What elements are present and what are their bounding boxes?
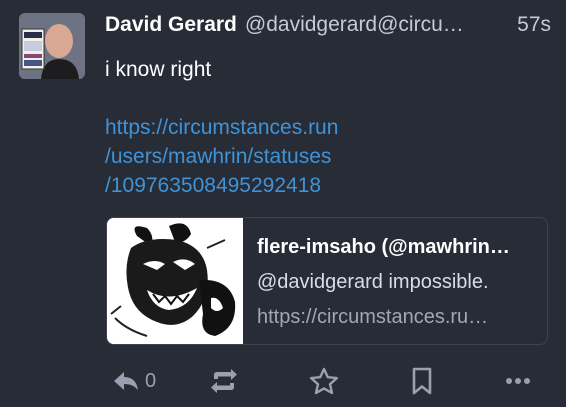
bookmark-button[interactable] [411, 363, 433, 399]
favourite-button[interactable] [309, 363, 339, 399]
status-link-line-1[interactable]: https://circumstances.run [105, 113, 545, 142]
card-title: flere-imsaho (@mawhrin… [257, 236, 510, 258]
author-handle[interactable]: @davidgerard@circu… [245, 13, 501, 37]
author-display-name[interactable]: David Gerard [105, 13, 237, 37]
post-timestamp[interactable]: 57s [517, 13, 551, 37]
post-content: i know right https://circumstances.run /… [105, 55, 545, 200]
status-post: David Gerard @davidgerard@circu… 57s i k… [0, 0, 566, 407]
boost-icon [209, 368, 239, 394]
avatar[interactable] [19, 13, 85, 79]
more-button[interactable] [505, 363, 531, 399]
boost-button[interactable] [209, 363, 239, 399]
card-body: flere-imsaho (@mawhrin… @davidgerard imp… [243, 218, 547, 344]
more-icon [505, 377, 531, 385]
link-preview-card[interactable]: flere-imsaho (@mawhrin… @davidgerard imp… [106, 217, 548, 345]
demon-sketch-thumbnail [107, 218, 243, 344]
status-link[interactable]: https://circumstances.run /users/mawhrin… [105, 113, 545, 200]
star-icon [309, 367, 339, 395]
status-link-line-3[interactable]: /109763508495292418 [105, 171, 545, 200]
bookmark-icon [411, 367, 433, 395]
card-description: @davidgerard impossible. [257, 271, 489, 293]
post-header: David Gerard @davidgerard@circu… 57s [105, 10, 551, 40]
reply-button[interactable]: 0 [113, 363, 156, 399]
action-bar: 0 [105, 363, 551, 399]
post-text: i know right [105, 58, 212, 81]
status-link-line-2[interactable]: /users/mawhrin/statuses [105, 142, 545, 171]
reply-count: 0 [145, 369, 157, 392]
reply-icon [113, 370, 139, 392]
card-url: https://circumstances.ru… [257, 306, 489, 328]
